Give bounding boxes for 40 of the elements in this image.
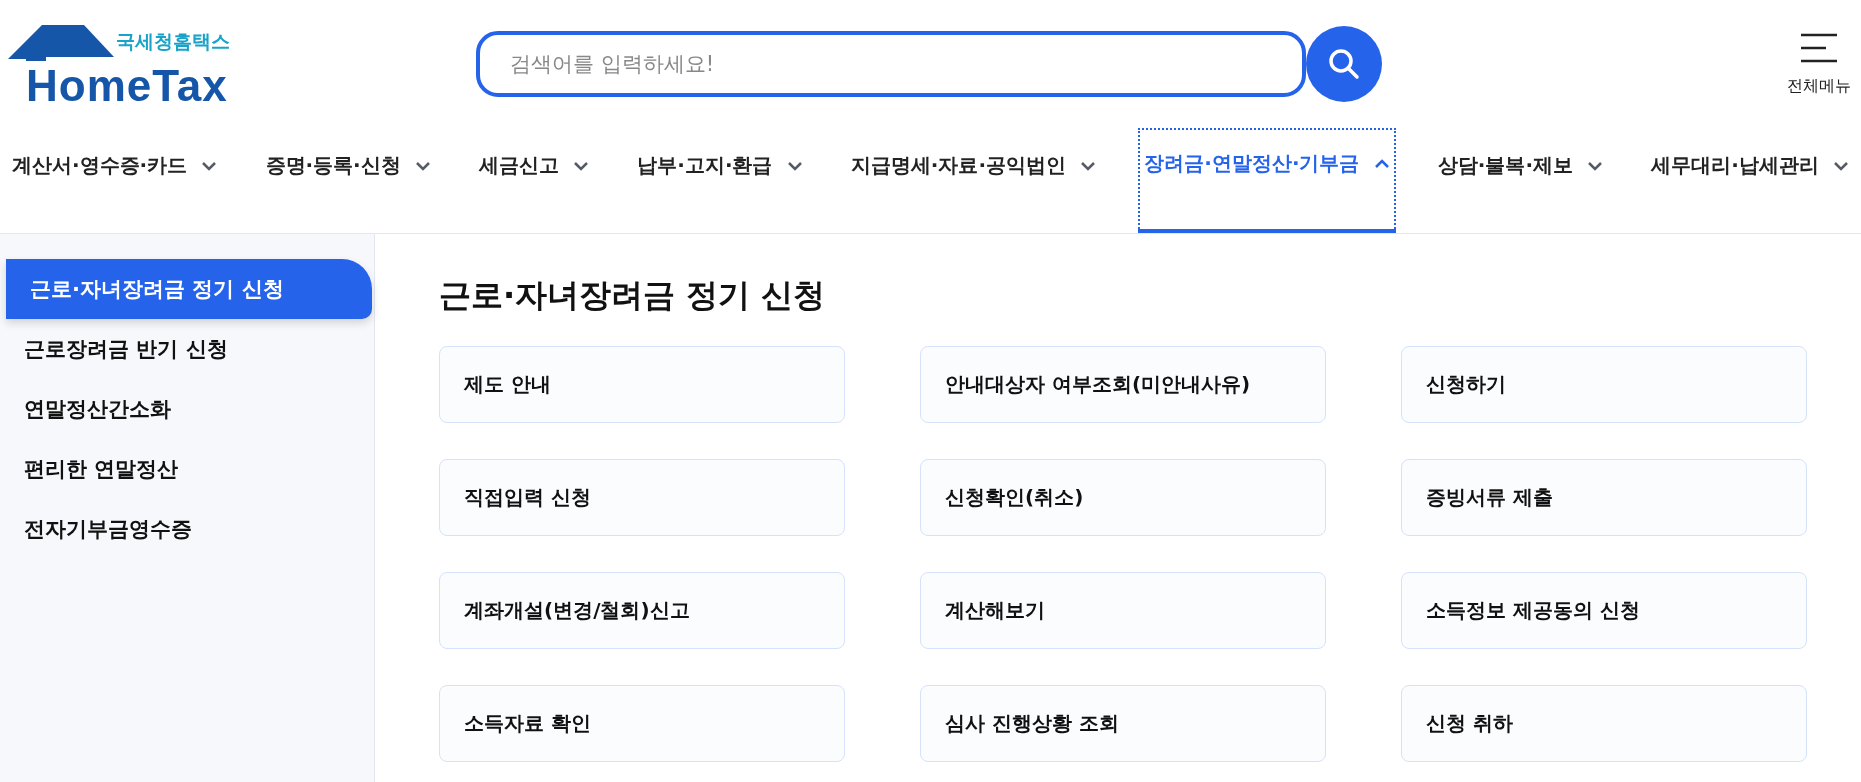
chevron-icon <box>201 160 218 171</box>
search-icon <box>1327 47 1361 81</box>
nav-tab[interactable]: 세무대리·납세관리 <box>1645 128 1855 233</box>
menu-card[interactable]: 계산해보기 <box>920 572 1326 649</box>
chevron-icon <box>1080 160 1096 171</box>
menu-card[interactable]: 안내대상자 여부조회(미안내사유) <box>920 346 1326 423</box>
menu-card[interactable]: 소득정보 제공동의 신청 <box>1401 572 1807 649</box>
sidebar-item[interactable]: 근로장려금 반기 신청 <box>0 319 372 379</box>
nav-tab[interactable]: 증명·등록·신청 <box>259 128 437 233</box>
menu-card[interactable]: 증빙서류 제출 <box>1401 459 1807 536</box>
nav-tab[interactable]: 상담·불복·제보 <box>1431 128 1609 233</box>
menu-card[interactable]: 제도 안내 <box>439 346 845 423</box>
nav-tab[interactable]: 장려금·연말정산·기부금 <box>1138 128 1396 233</box>
chevron-icon <box>1373 158 1390 169</box>
menu-card[interactable]: 신청확인(취소) <box>920 459 1326 536</box>
nav-tab[interactable]: 세금신고 <box>473 128 595 233</box>
nav-tab[interactable]: 지급명세·자료·공익법인 <box>844 128 1102 233</box>
menu-card[interactable]: 신청하기 <box>1401 346 1807 423</box>
sidebar-item[interactable]: 편리한 연말정산 <box>0 439 372 499</box>
menu-card[interactable]: 심사 진행상황 조회 <box>920 685 1326 762</box>
full-menu-button[interactable]: 전체메뉴 <box>1787 31 1851 97</box>
logo-subtitle: 국세청홈택스 <box>116 29 230 54</box>
nav-tab[interactable]: 납부·고지·환급 <box>631 128 809 233</box>
menu-card[interactable]: 계좌개설(변경/철회)신고 <box>439 572 845 649</box>
nav-tab[interactable]: 계산서·영수증·카드 <box>6 128 224 233</box>
menu-card[interactable]: 직접입력 신청 <box>439 459 845 536</box>
sidebar-item[interactable]: 전자기부금영수증 <box>0 499 372 559</box>
chevron-icon <box>573 160 589 171</box>
menu-icon <box>1800 31 1838 64</box>
chevron-icon <box>1587 160 1603 171</box>
logo-wordmark[interactable]: HomeTax <box>26 61 228 111</box>
page-heading: 근로·자녀장려금 정기 신청 <box>439 275 827 316</box>
sidebar-item[interactable]: 연말정산간소화 <box>0 379 372 439</box>
chevron-icon <box>414 160 431 171</box>
menu-card[interactable]: 신청 취하 <box>1401 685 1807 762</box>
search-field[interactable]: 검색어를 입력하세요! <box>476 31 1306 97</box>
chevron-icon <box>1832 160 1849 171</box>
menu-card[interactable]: 소득자료 확인 <box>439 685 845 762</box>
sidebar-item[interactable]: 근로·자녀장려금 정기 신청 <box>6 259 372 319</box>
chevron-icon <box>786 160 803 171</box>
